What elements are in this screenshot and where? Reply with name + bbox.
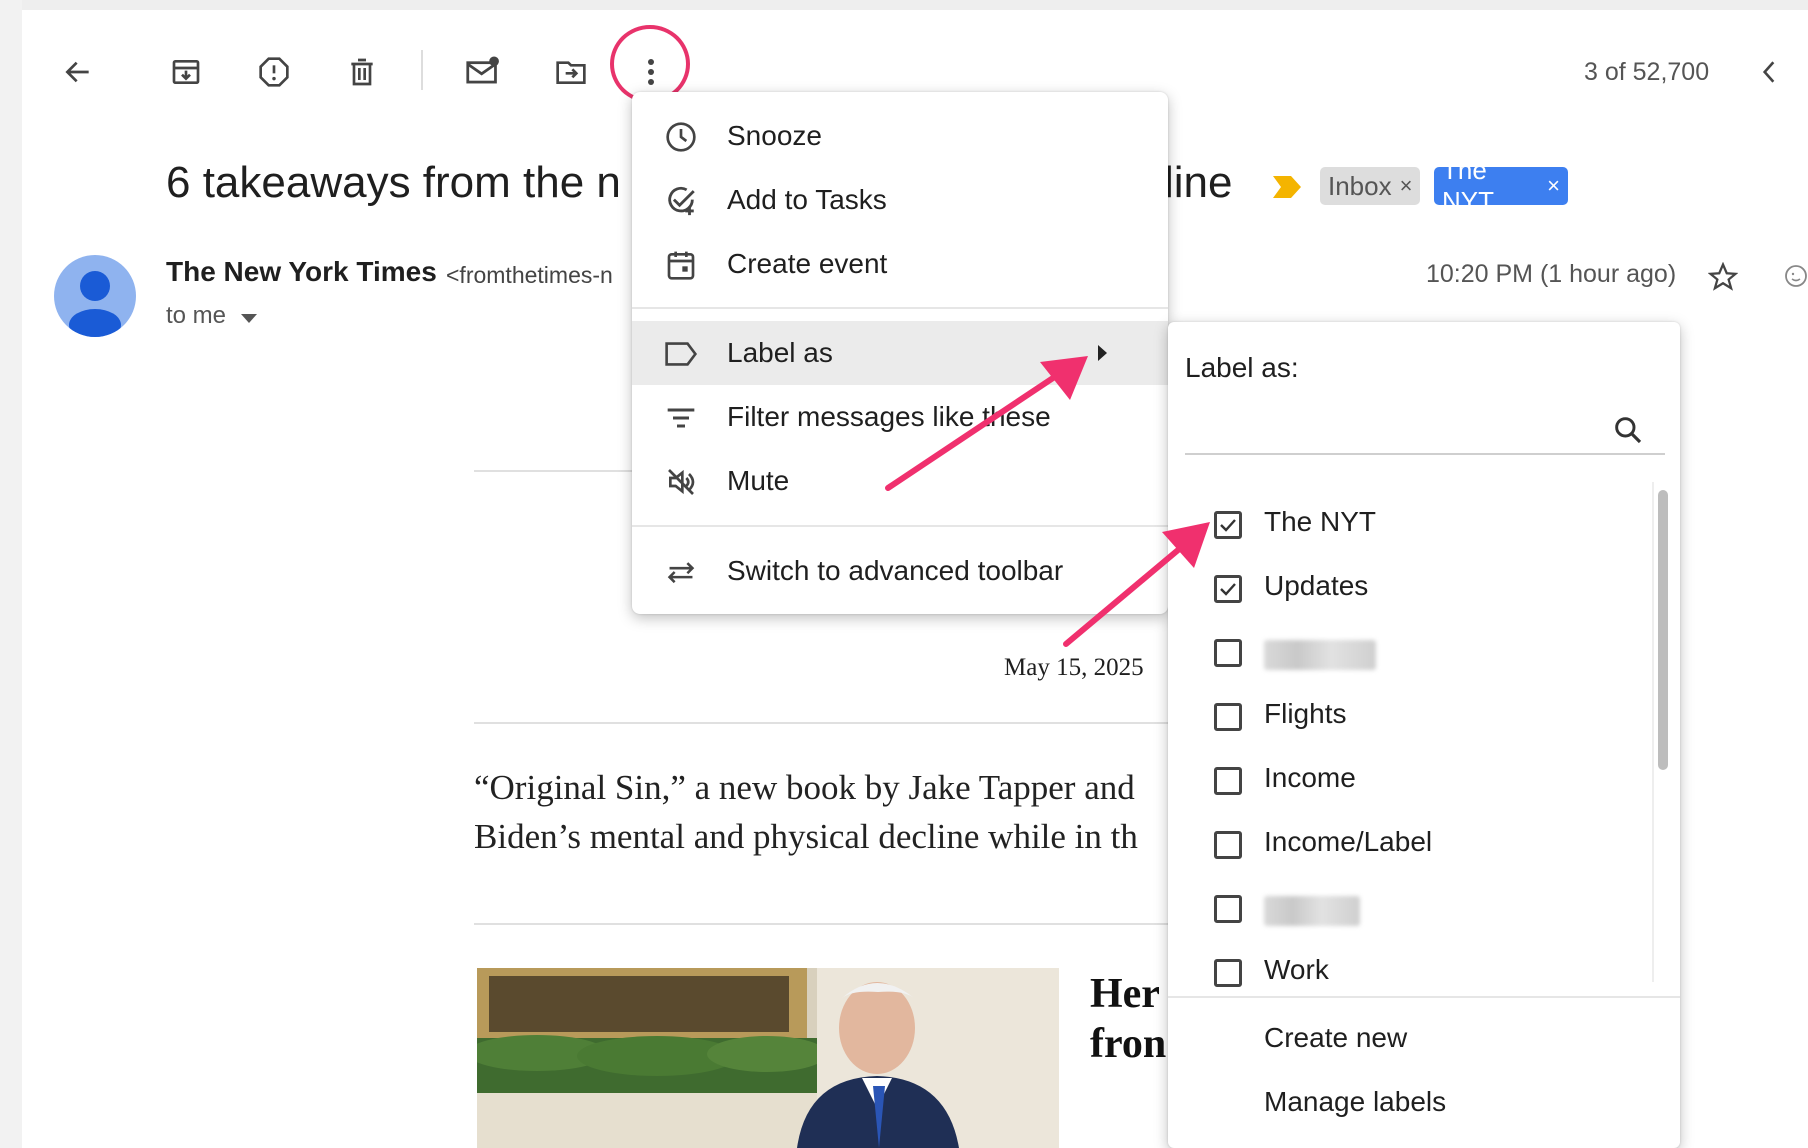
scroll-track xyxy=(1652,482,1654,982)
menu-item-label-as[interactable]: Label as xyxy=(632,321,1168,385)
checkbox-unchecked[interactable] xyxy=(1214,703,1242,731)
checkbox-unchecked[interactable] xyxy=(1214,639,1242,667)
chevron-left-icon[interactable] xyxy=(1752,54,1786,90)
menu-separator xyxy=(632,307,1168,309)
label-option-redacted[interactable] xyxy=(1168,878,1648,942)
subject-start: 6 takeaways from the n xyxy=(166,158,621,207)
archive-icon[interactable] xyxy=(166,52,206,92)
checkbox-unchecked[interactable] xyxy=(1214,831,1242,859)
label-chip-the-nyt[interactable]: The NYT × xyxy=(1434,155,1568,216)
menu-item-label: Add to Tasks xyxy=(727,184,887,215)
remove-label-icon[interactable]: × xyxy=(1547,173,1560,199)
left-edge-strip xyxy=(0,0,22,1148)
more-options-menu: Snooze Add to Tasks Create event Label a… xyxy=(632,92,1168,614)
menu-item-label: Create event xyxy=(727,248,888,279)
label-search-input[interactable] xyxy=(1185,407,1605,451)
label-chip-inbox[interactable]: Inbox × xyxy=(1320,167,1420,205)
menu-item-label: Mute xyxy=(727,465,790,496)
body-text-line: “Original Sin,” a new book by Jake Tappe… xyxy=(474,768,1135,807)
top-band xyxy=(0,0,1808,10)
label-option-income-label[interactable]: Income/Label xyxy=(1168,814,1648,878)
label-option-text: Income xyxy=(1264,762,1356,793)
checkbox-checked[interactable] xyxy=(1214,575,1242,603)
add-task-icon xyxy=(664,184,698,218)
article-headline-line[interactable]: Her xyxy=(1090,970,1160,1018)
arrow-left-icon[interactable] xyxy=(58,52,98,92)
subject-end: line xyxy=(1164,158,1233,207)
label-chip-text: The NYT xyxy=(1442,155,1494,216)
remove-label-icon[interactable]: × xyxy=(1400,173,1413,199)
search-underline xyxy=(1185,453,1665,455)
body-text-line: Biden’s mental and physical decline whil… xyxy=(474,817,1138,856)
newsletter-date: May 15, 2025 xyxy=(1004,654,1144,681)
label-option-text: Flights xyxy=(1264,698,1347,729)
menu-item-label: Switch to advanced toolbar xyxy=(727,555,1064,586)
label-option-redacted[interactable] xyxy=(1168,622,1648,686)
caret-down-icon[interactable] xyxy=(240,303,257,331)
label-chip-text: Inbox xyxy=(1328,170,1392,201)
manage-labels-button[interactable]: Manage labels xyxy=(1264,1086,1446,1118)
label-option-the-nyt[interactable]: The NYT xyxy=(1168,494,1648,558)
emoji-reaction-icon[interactable] xyxy=(1784,258,1808,294)
label-option-text: Updates xyxy=(1264,570,1369,601)
checkbox-unchecked[interactable] xyxy=(1214,895,1242,923)
sender-name: The New York Times xyxy=(166,256,437,287)
redacted-label xyxy=(1264,896,1360,926)
menu-item-create-event[interactable]: Create event xyxy=(632,232,1168,296)
move-to-folder-icon[interactable] xyxy=(550,52,592,92)
scrollbar[interactable] xyxy=(1658,490,1668,770)
label-option-income[interactable]: Income xyxy=(1168,750,1648,814)
calendar-icon xyxy=(664,248,698,282)
label-option-text: Work xyxy=(1264,954,1329,985)
label-option-work[interactable]: Work xyxy=(1168,942,1648,996)
mute-icon xyxy=(664,465,698,499)
redacted-label xyxy=(1264,640,1376,670)
create-new-label-button[interactable]: Create new xyxy=(1264,1022,1407,1054)
swap-icon xyxy=(664,555,698,589)
body-divider xyxy=(474,722,1174,724)
label-as-submenu: Label as: The NYT Updates Flights Income… xyxy=(1168,322,1680,1148)
label-icon xyxy=(664,337,698,371)
toolbar-divider xyxy=(421,50,423,90)
menu-item-switch-toolbar[interactable]: Switch to advanced toolbar xyxy=(632,539,1168,603)
label-option-text: The NYT xyxy=(1264,506,1377,537)
report-spam-icon[interactable] xyxy=(254,52,294,92)
article-headline-line[interactable]: fron xyxy=(1090,1020,1166,1068)
avatar xyxy=(54,255,136,337)
label-option-text: Income/Label xyxy=(1264,826,1433,857)
submenu-arrow-icon xyxy=(1098,345,1108,366)
sender-email: <fromthetimes-n xyxy=(446,262,613,288)
star-icon[interactable] xyxy=(1706,260,1740,294)
menu-item-add-to-tasks[interactable]: Add to Tasks xyxy=(632,168,1168,232)
message-counter: 3 of 52,700 xyxy=(1584,58,1710,86)
submenu-title: Label as: xyxy=(1185,352,1299,383)
recipient-text: to me xyxy=(166,302,227,329)
checkbox-checked[interactable] xyxy=(1214,511,1242,539)
clock-icon xyxy=(664,120,698,154)
menu-item-label: Filter messages like these xyxy=(727,401,1051,432)
body-divider xyxy=(474,923,1174,925)
menu-item-mute[interactable]: Mute xyxy=(632,449,1168,513)
menu-item-snooze[interactable]: Snooze xyxy=(632,104,1168,168)
menu-separator xyxy=(632,525,1168,527)
label-option-flights[interactable]: Flights xyxy=(1168,686,1648,750)
checkbox-unchecked[interactable] xyxy=(1214,767,1242,795)
menu-item-label: Snooze xyxy=(727,120,822,151)
checkbox-unchecked[interactable] xyxy=(1214,959,1242,987)
received-time: 10:20 PM (1 hour ago) xyxy=(1426,260,1677,288)
important-marker-icon[interactable] xyxy=(1272,175,1302,199)
filter-icon xyxy=(664,401,698,435)
recipient-line[interactable]: to me xyxy=(166,302,257,331)
mark-unread-icon[interactable] xyxy=(462,50,504,92)
menu-item-filter-messages[interactable]: Filter messages like these xyxy=(632,385,1168,449)
article-photo[interactable] xyxy=(477,968,1059,1148)
trash-icon[interactable] xyxy=(342,52,382,92)
menu-item-label: Label as xyxy=(727,337,833,368)
search-icon[interactable] xyxy=(1610,412,1646,448)
submenu-separator xyxy=(1168,996,1680,998)
label-option-updates[interactable]: Updates xyxy=(1168,558,1648,622)
